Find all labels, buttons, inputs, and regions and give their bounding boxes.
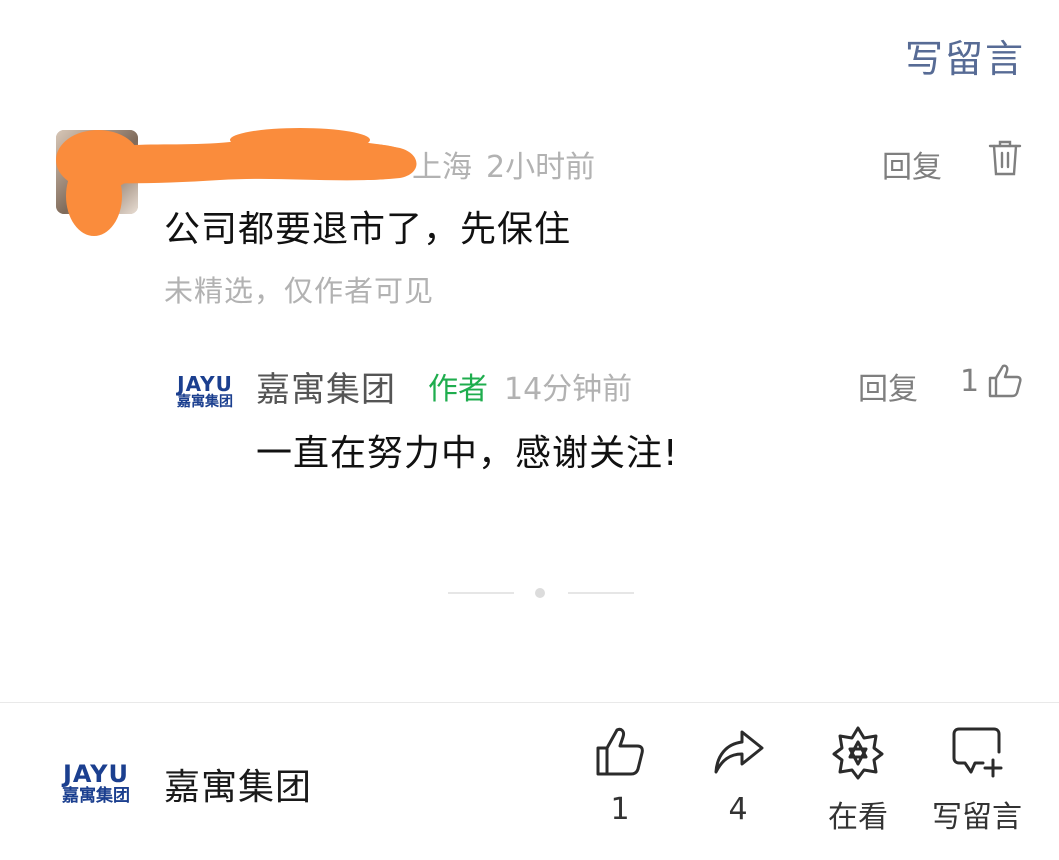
- reply-time: 14分钟前: [504, 372, 633, 407]
- write-comment-link[interactable]: 写留言: [905, 28, 1025, 83]
- wow-button[interactable]: 在看: [803, 724, 913, 836]
- thumbs-up-icon[interactable]: [986, 362, 1024, 400]
- share-icon: [714, 730, 764, 774]
- trash-icon[interactable]: [986, 138, 1024, 178]
- reply-button[interactable]: 回复: [858, 364, 918, 408]
- wow-star-icon: [832, 726, 884, 780]
- comment-text: 公司都要退市了，先保住: [164, 209, 572, 250]
- account-logo[interactable]: JAYU 嘉寓集团: [60, 762, 132, 805]
- write-comment-label: 写留言: [932, 800, 1022, 835]
- write-comment-button[interactable]: 写留言: [922, 724, 1032, 836]
- comment-meta: 上海 2小时前: [412, 142, 595, 186]
- author-badge: 作者: [428, 372, 488, 407]
- page-indicator: [448, 586, 634, 600]
- author-name[interactable]: 嘉寓集团: [256, 362, 396, 411]
- wow-label: 在看: [828, 800, 888, 835]
- reply-button[interactable]: 回复: [882, 142, 942, 186]
- account-name[interactable]: 嘉寓集团: [164, 758, 312, 810]
- share-count: 4: [728, 792, 748, 827]
- divider: [0, 702, 1059, 703]
- logo-text-cn: 嘉寓集团: [62, 786, 130, 806]
- reply-text: 一直在努力中，感谢关注!: [256, 433, 679, 474]
- comment-add-icon: [952, 727, 1003, 778]
- like-count: 1: [960, 364, 980, 399]
- author-avatar-logo[interactable]: JAYU 嘉寓集团: [174, 374, 236, 409]
- visibility-notice: 未精选，仅作者可见: [164, 274, 435, 308]
- logo-text-en: JAYU: [177, 372, 233, 396]
- like-button[interactable]: 1: [565, 724, 675, 827]
- share-button[interactable]: 4: [683, 724, 793, 827]
- comment-location: 上海: [412, 150, 472, 185]
- like-count: 1: [610, 792, 630, 827]
- logo-text-en: JAYU: [62, 760, 130, 788]
- logo-text-cn: 嘉寓集团: [177, 394, 233, 410]
- comment-time: 2小时前: [486, 150, 596, 185]
- thumbs-up-icon: [596, 727, 644, 776]
